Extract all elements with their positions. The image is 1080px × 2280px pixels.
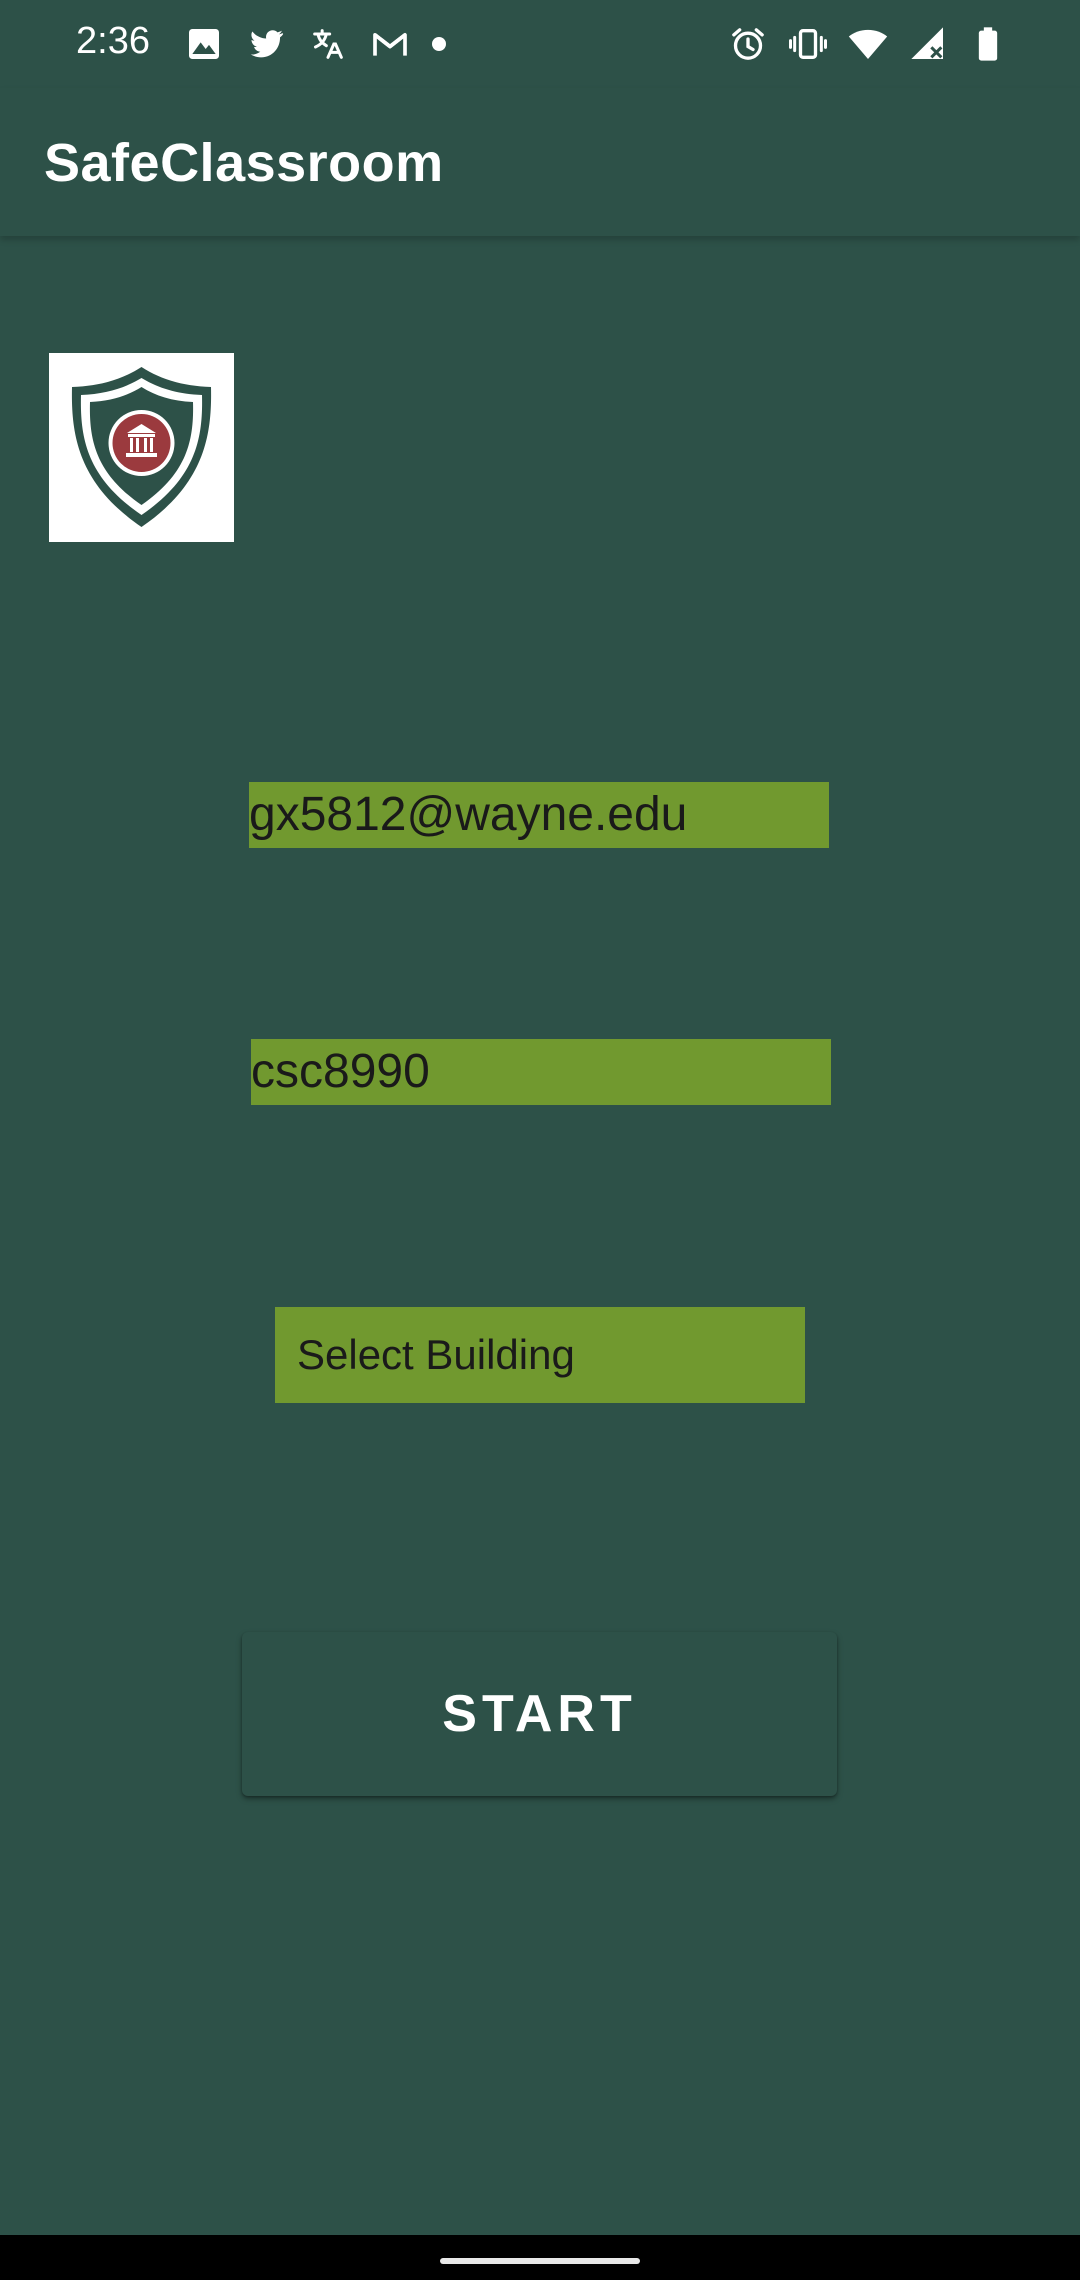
email-field[interactable]: gx5812@wayne.edu (249, 782, 829, 848)
status-time: 2:36 (76, 20, 150, 62)
status-icons-right (728, 22, 1008, 66)
building-select[interactable]: Select Building (275, 1307, 805, 1403)
status-bar: 2:36 (0, 0, 1080, 88)
vibrate-icon (789, 29, 827, 59)
app-bar: SafeClassroom (0, 88, 1080, 236)
signal-icon (911, 27, 943, 59)
alarm-icon (732, 28, 764, 60)
battery-icon (978, 27, 998, 61)
app-screen: 2:36 SafeClassroom gx5812@wayne.edu csc8… (0, 0, 1080, 2280)
image-icon (189, 29, 219, 59)
status-icons-left (184, 22, 446, 66)
gmail-icon (373, 33, 407, 56)
app-logo (49, 353, 234, 542)
wifi-icon (848, 29, 888, 59)
start-button[interactable]: START (242, 1632, 837, 1796)
shield-building-logo-icon (71, 367, 212, 527)
password-field[interactable]: csc8990 (251, 1039, 831, 1105)
translate-icon (313, 29, 343, 59)
twitter-icon (250, 30, 284, 58)
navigation-bar (0, 2235, 1080, 2280)
app-title: SafeClassroom (44, 133, 444, 193)
notification-dot-icon (432, 37, 446, 51)
home-handle[interactable] (440, 2258, 640, 2264)
